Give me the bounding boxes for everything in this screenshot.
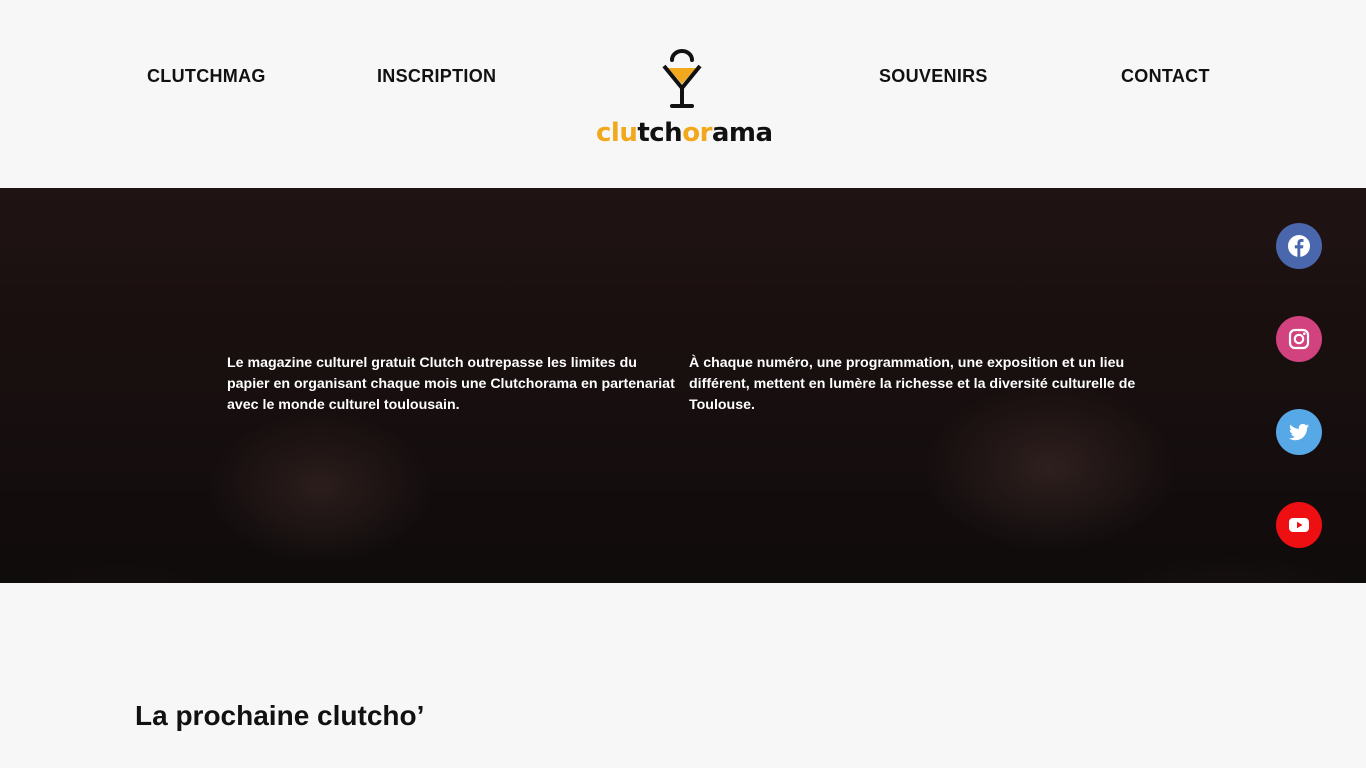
nav-link-contact[interactable]: CONTACT [1121, 66, 1210, 87]
hero-text-right: À chaque numéro, une programmation, une … [689, 355, 1136, 413]
logo-word-part: ama [711, 118, 773, 148]
nav-link-clutchmag[interactable]: CLUTCHMAG [147, 66, 266, 87]
hero-text-left: Le magazine culturel gratuit Clutch outr… [227, 355, 675, 413]
facebook-icon [1288, 235, 1310, 257]
clutchorama-logo[interactable]: clutchorama [596, 48, 773, 150]
nav-link-souvenirs[interactable]: SOUVENIRS [879, 66, 988, 87]
twitter-button[interactable] [1276, 409, 1322, 455]
logo-word-part: clu [596, 118, 638, 148]
logo-word-part: or [682, 118, 712, 148]
nav-link-inscription[interactable]: INSCRIPTION [377, 66, 496, 87]
hero-crowd-image [0, 188, 1366, 583]
instagram-button[interactable] [1276, 316, 1322, 362]
facebook-button[interactable] [1276, 223, 1322, 269]
logo-wordmark: clutchorama [596, 118, 773, 148]
glass-logo-icon [662, 49, 702, 108]
site-header: CLUTCHMAG INSCRIPTION clutchorama SOUVEN… [0, 0, 1366, 188]
youtube-button[interactable] [1276, 502, 1322, 548]
logo-word-part: tch [637, 118, 683, 148]
youtube-icon [1289, 518, 1309, 532]
instagram-icon [1288, 328, 1310, 350]
hero-banner: Le magazine culturel gratuit Clutch outr… [0, 188, 1366, 583]
section-title: La prochaine clutcho’ [135, 700, 425, 731]
twitter-icon [1289, 423, 1309, 441]
